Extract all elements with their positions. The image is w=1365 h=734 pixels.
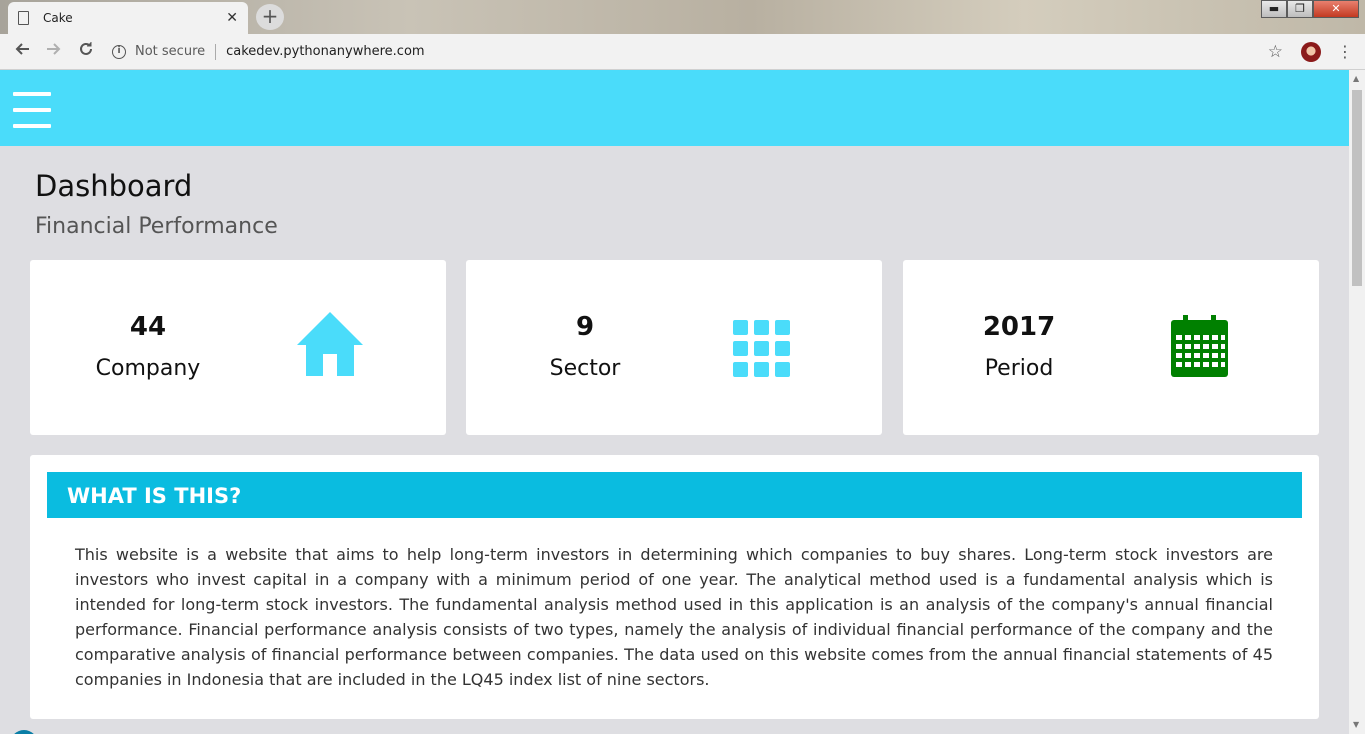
minimize-button[interactable]: ▬ (1261, 0, 1287, 18)
browser-titlebar: Cake ✕ + ▬ ❐ ✕ (0, 0, 1365, 34)
browser-tab[interactable]: Cake ✕ (8, 2, 248, 34)
page-title: Dashboard (35, 169, 193, 203)
address-bar[interactable]: i Not secure cakedev.pythonanywhere.com (112, 43, 1268, 60)
tab-close-icon[interactable]: ✕ (226, 11, 238, 25)
stat-card-period: 2017 Period (903, 260, 1319, 435)
page-icon (18, 11, 29, 25)
page-scrollbar[interactable]: ▲ ▼ (1349, 70, 1365, 734)
info-heading: WHAT IS THIS? (67, 484, 242, 508)
forward-arrow-icon (47, 43, 61, 55)
stat-label: Sector (549, 356, 621, 381)
stat-label: Period (984, 356, 1054, 381)
window-controls: ▬ ❐ ✕ (1261, 0, 1359, 18)
home-icon (297, 312, 363, 376)
reload-button[interactable] (70, 41, 102, 62)
reload-icon (80, 42, 92, 55)
page-subtitle: Financial Performance (35, 214, 278, 239)
stat-card-sector: 9 Sector (466, 260, 882, 435)
back-button[interactable] (6, 41, 38, 62)
close-window-button[interactable]: ✕ (1313, 0, 1359, 18)
page-viewport: Dashboard Financial Performance 44 Compa… (0, 70, 1349, 734)
stat-value: 9 (575, 312, 595, 342)
app-header-bar (0, 70, 1349, 146)
floating-action-button[interactable] (10, 730, 38, 734)
divider (215, 43, 217, 60)
browser-toolbar: i Not secure cakedev.pythonanywhere.com … (0, 34, 1365, 70)
url-text: cakedev.pythonanywhere.com (226, 44, 425, 59)
stat-value: 2017 (982, 312, 1056, 342)
calendar-icon (1171, 315, 1228, 377)
grid-icon (733, 320, 790, 377)
menu-kebab-icon[interactable]: ⋮ (1337, 43, 1353, 60)
maximize-button[interactable]: ❐ (1287, 0, 1313, 18)
stat-value: 44 (129, 312, 167, 342)
stat-card-company: 44 Company (30, 260, 446, 435)
tab-title: Cake (43, 11, 73, 25)
scroll-down-icon[interactable]: ▼ (1353, 720, 1359, 729)
scroll-up-icon[interactable]: ▲ (1353, 74, 1359, 83)
info-panel: WHAT IS THIS? This website is a website … (30, 455, 1319, 719)
new-tab-button[interactable]: + (256, 4, 284, 30)
scroll-thumb[interactable] (1352, 90, 1362, 286)
info-icon[interactable]: i (112, 44, 126, 59)
back-arrow-icon (15, 43, 29, 55)
stat-label: Company (95, 356, 201, 381)
security-indicator: Not secure (135, 44, 206, 59)
info-description: This website is a website that aims to h… (75, 545, 1273, 689)
info-panel-header: WHAT IS THIS? (47, 472, 1302, 518)
forward-button[interactable] (38, 41, 70, 62)
profile-avatar[interactable] (1301, 41, 1321, 62)
bookmark-star-icon[interactable]: ☆ (1268, 42, 1283, 62)
hamburger-menu-icon[interactable] (13, 92, 51, 128)
